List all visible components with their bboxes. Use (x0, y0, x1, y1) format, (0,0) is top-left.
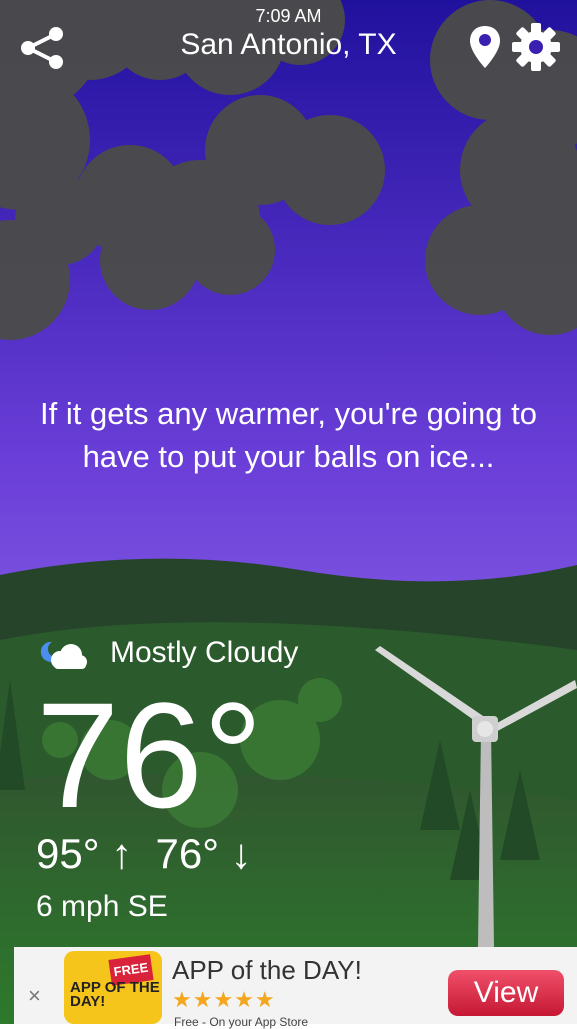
up-arrow-icon: ↑ (111, 830, 133, 877)
share-icon[interactable] (18, 26, 66, 70)
moon-cloud-icon (40, 641, 87, 669)
current-temperature: 76° (36, 671, 263, 839)
gear-icon[interactable] (511, 22, 561, 72)
high-temp: 95° (36, 830, 100, 877)
ad-title: APP of the DAY! (172, 955, 362, 985)
close-icon[interactable]: × (28, 983, 41, 1009)
weather-message: If it gets any warmer, you're going to h… (40, 396, 537, 474)
ad-banner[interactable]: × FREE APP OF THE DAY! APP of the DAY! ★… (14, 947, 577, 1029)
wind-speed: 6 mph SE (36, 890, 168, 923)
top-bar: 7:09 AM San Antonio, TX (0, 0, 577, 90)
location-pin-icon[interactable] (468, 24, 502, 70)
condition-text: Mostly Cloudy (110, 636, 299, 669)
ad-logo-text: APP OF THE DAY! (70, 979, 160, 1010)
ad-subtitle: Free - On your App Store (174, 1015, 309, 1029)
ad-rating-stars: ★★★★★ (172, 987, 276, 1012)
ad-app-logo: FREE APP OF THE DAY! (64, 951, 162, 1024)
down-arrow-icon: ↓ (230, 830, 252, 877)
ad-view-button[interactable]: View (448, 970, 564, 1016)
low-temp: 76° (155, 830, 220, 877)
high-low: 95° ↑ 76° ↓ (36, 830, 252, 878)
